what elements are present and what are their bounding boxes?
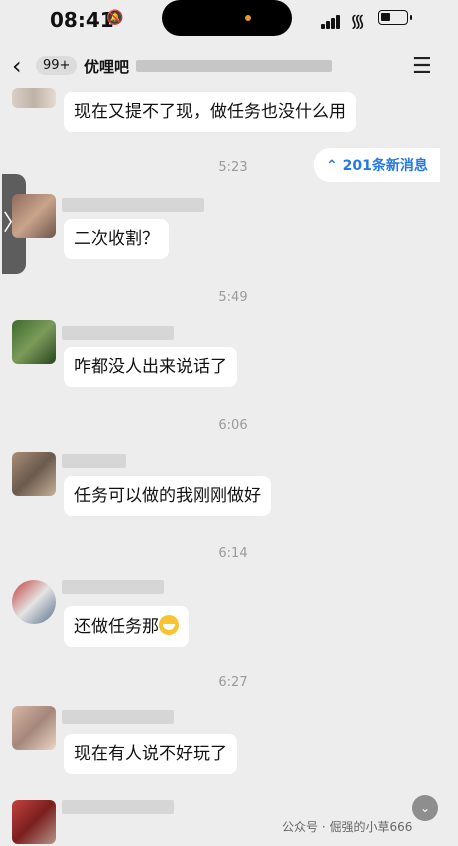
avatar[interactable] xyxy=(12,800,56,844)
island-indicator xyxy=(245,15,251,21)
menu-icon[interactable]: ☰ xyxy=(412,54,432,79)
avatar[interactable] xyxy=(12,580,56,624)
wifi-icon: ᯾ xyxy=(350,11,366,32)
message-bubble: 现在又提不了现，做任务也没什么用 xyxy=(64,92,356,132)
sender-name-pixelated xyxy=(62,326,174,340)
chevron-down-icon: ⌄ xyxy=(419,801,431,815)
sender-name-pixelated xyxy=(62,198,204,212)
unread-badge[interactable]: 99+ xyxy=(36,56,78,75)
message-text: 还做任务那 xyxy=(74,617,159,637)
timestamp: 6:14 xyxy=(218,546,248,561)
chat-header: ‹ 99+ 优哩吧 ☰ xyxy=(0,44,458,88)
message-bubble: 任务可以做的我刚刚做好 xyxy=(64,476,271,516)
chat-title: 优哩吧 xyxy=(84,58,130,76)
sender-name-pixelated xyxy=(62,454,126,468)
timestamp: 6:06 xyxy=(218,418,248,433)
grinning-face-icon xyxy=(159,615,179,635)
timestamp: 6:27 xyxy=(218,675,248,690)
avatar[interactable] xyxy=(12,452,56,496)
message-bubble: 现在有人说不好玩了 xyxy=(64,734,237,774)
dynamic-island xyxy=(162,0,292,36)
title-pixelated xyxy=(136,60,332,72)
sender-name-pixelated xyxy=(62,580,164,594)
battery-icon xyxy=(378,10,408,25)
timestamp: 5:23 xyxy=(218,160,248,175)
battery-cap xyxy=(410,15,412,20)
cellular-signal-icon xyxy=(321,10,341,29)
message-bubble: 还做任务那 xyxy=(64,606,189,647)
timestamp: 5:49 xyxy=(218,290,248,305)
message-bubble: 咋都没人出来说话了 xyxy=(64,347,237,387)
message-bubble: 二次收割？ xyxy=(64,219,169,259)
avatar[interactable] xyxy=(12,194,56,238)
sender-name-pixelated xyxy=(62,800,174,814)
watermark: 公众号 · 倔强的小草666 xyxy=(282,820,413,834)
scroll-to-bottom-button[interactable]: ⌄ xyxy=(412,795,438,821)
sender-name-pixelated xyxy=(62,710,174,724)
avatar[interactable] xyxy=(12,320,56,364)
status-time: 08:41 xyxy=(50,8,114,32)
avatar[interactable] xyxy=(12,88,56,108)
back-arrow-icon[interactable]: ‹ xyxy=(12,52,22,80)
status-bar: 08:41 🔕 ᯾ xyxy=(0,0,458,40)
avatar[interactable] xyxy=(12,706,56,750)
mute-bell-icon: 🔕 xyxy=(106,10,124,26)
